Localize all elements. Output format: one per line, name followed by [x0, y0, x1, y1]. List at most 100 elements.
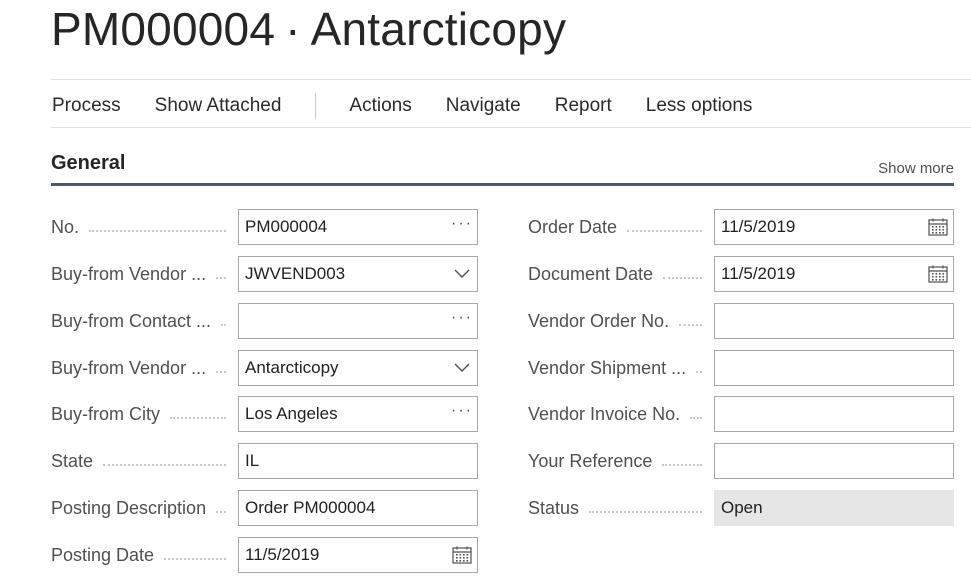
field-row-buy-from-contact: Buy-from Contact ... [51, 303, 226, 339]
purchase-order-page: PM000004 · Antarcticopy Process Show Attac… [0, 0, 971, 577]
field-row-posting-description: Posting Description [51, 490, 226, 526]
calendar-icon[interactable] [452, 546, 472, 564]
field-leader-dots [216, 337, 226, 373]
field-icon-slot[interactable] [923, 210, 953, 244]
field-leader-dots [89, 196, 226, 232]
section-underline [51, 183, 954, 186]
field-label-document-date: Document Date [528, 263, 654, 284]
chevron-down-icon[interactable] [454, 269, 470, 279]
field-value: 11/5/2019 [245, 545, 320, 564]
actionbar-bottom-divider [51, 127, 971, 128]
field-row-buy-from-vendor: Buy-from Vendor ... [51, 350, 226, 386]
ellipsis-icon[interactable]: ··· [451, 403, 473, 425]
field-label-order-date: Order Date [528, 216, 618, 237]
field-leader-dots [696, 337, 702, 373]
field-input-vendor-order-no[interactable] [714, 303, 954, 339]
actionbar-top-divider [51, 79, 971, 80]
chevron-down-icon[interactable] [454, 363, 470, 373]
field-value: Los Angeles [245, 404, 338, 423]
field-value: 11/5/2019 [721, 264, 796, 283]
field-icon-slot[interactable] [923, 257, 953, 291]
field-input-status: Open [714, 490, 954, 526]
field-row-status: Status [528, 490, 702, 526]
field-row-vendor-order-no: Vendor Order No. [528, 303, 702, 339]
field-leader-dots [663, 243, 702, 279]
show-attached-menu[interactable]: Show Attached [155, 95, 282, 117]
field-label-status: Status [528, 497, 580, 518]
page-title-doc-no: PM000004 [51, 3, 276, 55]
process-menu[interactable]: Process [52, 95, 121, 117]
field-leader-dots [679, 290, 702, 326]
section-title-general[interactable]: General [51, 152, 125, 175]
action-bar: Process Show Attached Actions Navigate R… [51, 92, 786, 120]
field-row-order-date: Order Date [528, 209, 702, 245]
field-input-vendor-shipment[interactable] [714, 350, 954, 386]
field-input-no[interactable]: PM000004 ··· [238, 209, 478, 245]
field-icon-slot[interactable]: ··· [447, 210, 477, 244]
field-label-vendor-invoice-no: Vendor Invoice No. [528, 403, 681, 424]
ellipsis-icon[interactable]: ··· [451, 216, 473, 238]
field-input-buy-from-vendor[interactable]: JWVEND003 [238, 256, 478, 292]
field-row-posting-date: Posting Date [51, 537, 226, 573]
field-label-buy-from-city: Buy-from City [51, 403, 161, 424]
field-row-buy-from-city: Buy-from City [51, 396, 226, 432]
field-label-state: State [51, 450, 94, 471]
field-label-no: No. [51, 216, 80, 237]
field-input-order-date[interactable]: 11/5/2019 [714, 209, 954, 245]
calendar-icon[interactable] [928, 265, 948, 283]
field-label-buy-from-contact: Buy-from Contact ... [51, 310, 212, 331]
field-label-your-reference: Your Reference [528, 450, 653, 471]
field-leader-dots [170, 383, 226, 419]
field-value: IL [245, 451, 260, 470]
page-title: PM000004 · Antarcticopy [51, 2, 566, 56]
calendar-icon[interactable] [928, 218, 948, 236]
field-value: Open [721, 498, 763, 517]
field-value: JWVEND003 [245, 264, 346, 283]
field-value: 11/5/2019 [721, 217, 796, 236]
field-row-vendor-shipment: Vendor Shipment ... [528, 350, 702, 386]
field-leader-dots [216, 243, 226, 279]
field-label-posting-date: Posting Date [51, 544, 155, 565]
less-options-button[interactable]: Less options [646, 95, 753, 117]
field-icon-slot[interactable]: ··· [447, 304, 477, 338]
field-leader-dots [662, 430, 702, 466]
field-input-vendor-invoice-no[interactable] [714, 396, 954, 432]
field-row-document-date: Document Date [528, 256, 702, 292]
field-label-buy-from-vendor: Buy-from Vendor ... [51, 357, 207, 378]
field-input-state[interactable]: IL [238, 443, 478, 479]
field-value: PM000004 [245, 217, 328, 236]
field-value: Antarcticopy [245, 358, 339, 377]
field-icon-slot[interactable]: ··· [447, 397, 477, 431]
field-input-posting-date[interactable]: 11/5/2019 [238, 537, 478, 573]
field-label-posting-description: Posting Description [51, 497, 207, 518]
field-icon-slot[interactable] [447, 257, 477, 291]
field-input-document-date[interactable]: 11/5/2019 [714, 256, 954, 292]
field-icon-slot[interactable] [447, 351, 477, 385]
field-input-posting-description[interactable]: Order PM000004 [238, 490, 478, 526]
page-title-vendor-name: Antarcticopy [310, 3, 567, 55]
page-title-separator: · [285, 3, 301, 55]
field-label-vendor-shipment: Vendor Shipment ... [528, 357, 687, 378]
field-label-buy-from-vendor: Buy-from Vendor ... [51, 263, 207, 284]
field-icon-slot[interactable] [447, 538, 477, 572]
field-leader-dots [627, 196, 702, 232]
field-leader-dots [164, 524, 226, 560]
field-leader-dots [216, 477, 226, 513]
field-row-your-reference: Your Reference [528, 443, 702, 479]
field-leader-dots [221, 290, 226, 326]
ellipsis-icon[interactable]: ··· [451, 310, 473, 332]
actions-menu[interactable]: Actions [349, 95, 411, 117]
field-leader-dots [589, 477, 702, 513]
navigate-menu[interactable]: Navigate [446, 95, 521, 117]
report-menu[interactable]: Report [555, 95, 612, 117]
field-row-buy-from-vendor: Buy-from Vendor ... [51, 256, 226, 292]
show-more-link[interactable]: Show more [878, 160, 954, 177]
field-input-buy-from-vendor[interactable]: Antarcticopy [238, 350, 478, 386]
field-leader-dots [103, 430, 226, 466]
field-leader-dots [690, 383, 702, 419]
field-label-vendor-order-no: Vendor Order No. [528, 310, 670, 331]
field-input-buy-from-contact[interactable]: ··· [238, 303, 478, 339]
field-input-buy-from-city[interactable]: Los Angeles ··· [238, 396, 478, 432]
field-input-your-reference[interactable] [714, 443, 954, 479]
field-row-state: State [51, 443, 226, 479]
